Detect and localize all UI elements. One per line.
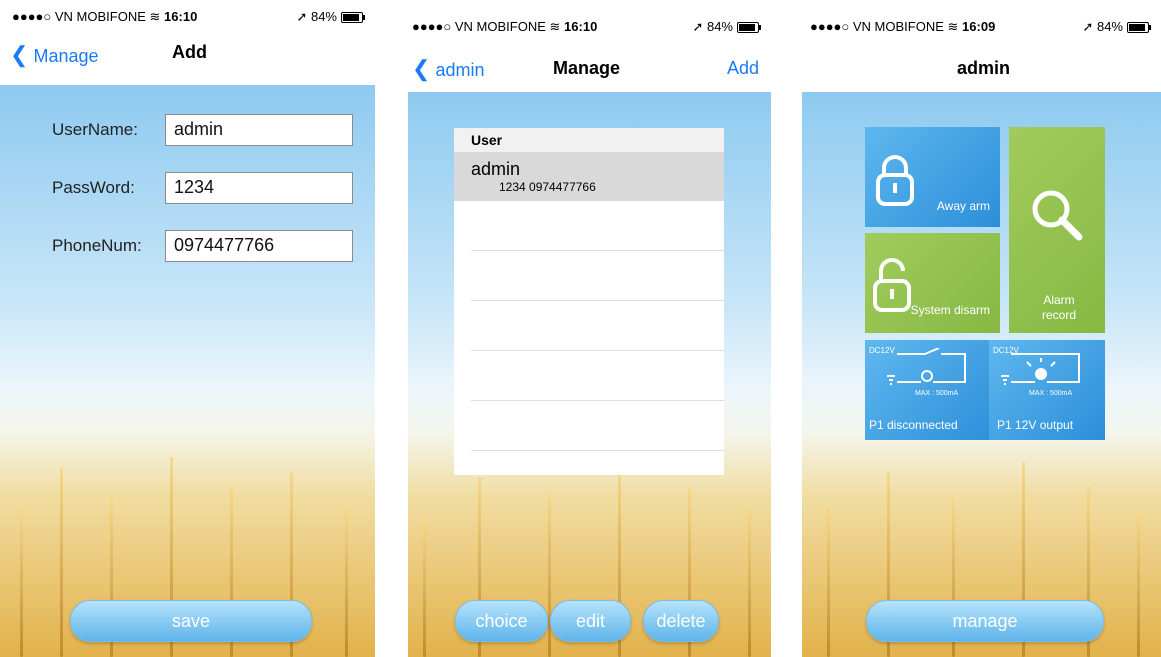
back-label: admin	[435, 60, 485, 80]
nav-bar: admin	[802, 40, 1161, 92]
battery-icon	[341, 12, 365, 24]
location-icon: ➚	[296, 9, 308, 24]
system-disarm-label: System disarm	[910, 303, 990, 317]
back-button[interactable]: ❮ Manage	[10, 42, 99, 68]
page-title: admin	[957, 58, 1011, 78]
magnifier-icon	[1032, 190, 1083, 241]
wifi-icon: ≋	[149, 9, 161, 24]
location-icon: ➚	[1082, 19, 1094, 34]
password-field[interactable]: 1234	[165, 172, 353, 204]
list-item[interactable]	[471, 401, 724, 451]
p1-12v-output-label: P1 12V output	[997, 418, 1074, 432]
nav-bar: ❮ Manage Add	[0, 30, 375, 85]
manage-screen: ●●●●○ VN MOBIFONE ≋ 16:10 ➚ 84% ❮ admin …	[408, 0, 771, 657]
status-bar: ●●●●○ VN MOBIFONE ≋ 16:10 ➚ 84%	[0, 0, 375, 30]
list-item[interactable]	[471, 351, 724, 401]
clock: 16:10	[564, 19, 598, 34]
system-disarm-tile[interactable]: System disarm	[865, 233, 1000, 333]
status-bar: ●●●●○ VN MOBIFONE ≋ 16:10 ➚ 84%	[408, 10, 771, 40]
page-title: Manage	[553, 58, 621, 78]
carrier-name: ●●●●○ VN MOBIFONE	[12, 9, 146, 24]
phone-label: PhoneNum:	[52, 236, 142, 255]
carrier-name: ●●●●○ VN MOBIFONE	[412, 19, 546, 34]
list-item[interactable]	[471, 301, 724, 351]
nav-bar: ❮ admin Manage Add	[408, 40, 771, 92]
clock: 16:09	[962, 19, 996, 34]
back-button[interactable]: ❮ admin	[412, 56, 484, 82]
alarm-record-tile[interactable]: Alarm record	[1009, 127, 1105, 333]
chevron-left-icon: ❮	[412, 56, 431, 81]
list-item[interactable]	[471, 251, 724, 301]
edit-button[interactable]: edit	[550, 600, 631, 642]
back-label: Manage	[33, 46, 99, 66]
user-name: admin	[471, 159, 521, 179]
username-label: UserName:	[52, 120, 138, 139]
delete-button[interactable]: delete	[643, 600, 719, 642]
user-details: 1234 0974477766	[499, 180, 596, 194]
username-field[interactable]: admin	[165, 114, 353, 146]
switch-open-icon	[887, 348, 966, 385]
status-bar: ●●●●○ VN MOBIFONE ≋ 16:09 ➚ 84%	[802, 10, 1161, 40]
max-current-label: MAX : 500mA	[915, 390, 959, 397]
away-arm-tile[interactable]: Away arm	[865, 127, 1000, 227]
list-item[interactable]: admin 1234 0974477766	[454, 152, 724, 201]
user-list: User admin 1234 0974477766	[454, 128, 724, 475]
list-header: User	[454, 128, 724, 152]
lock-icon	[876, 155, 914, 206]
battery-icon	[737, 22, 761, 34]
phone-field[interactable]: 0974477766	[165, 230, 353, 262]
choice-button[interactable]: choice	[455, 600, 548, 642]
add-user-screen: ●●●●○ VN MOBIFONE ≋ 16:10 ➚ 84% ❮ Manage…	[0, 0, 375, 657]
list-item[interactable]	[471, 201, 724, 251]
add-button[interactable]: Add	[727, 58, 759, 79]
lamp-on-icon	[1001, 353, 1080, 385]
save-button[interactable]: save	[70, 600, 312, 642]
battery-percent: 84%	[706, 19, 733, 34]
battery-percent: 84%	[310, 9, 337, 24]
password-label: PassWord:	[52, 178, 135, 197]
p1-12v-output-tile[interactable]: DC12V MAX : 500mA P1 12V output	[989, 340, 1105, 440]
admin-dashboard-screen: ●●●●○ VN MOBIFONE ≋ 16:09 ➚ 84% admin Aw…	[802, 0, 1161, 657]
carrier-name: ●●●●○ VN MOBIFONE	[810, 19, 944, 34]
wifi-icon: ≋	[549, 19, 561, 34]
wifi-icon: ≋	[947, 19, 959, 34]
max-current-label: MAX : 500mA	[1029, 390, 1073, 397]
manage-button[interactable]: manage	[866, 600, 1104, 642]
chevron-left-icon: ❮	[10, 42, 29, 67]
p1-disconnected-tile[interactable]: DC12V MAX : 500mA P1 disconnected	[865, 340, 1000, 440]
battery-icon	[1127, 22, 1151, 34]
clock: 16:10	[164, 9, 198, 24]
p1-disconnected-label: P1 disconnected	[869, 418, 958, 432]
wheat-background	[0, 85, 375, 657]
page-title: Add	[172, 42, 207, 62]
location-icon: ➚	[692, 19, 704, 34]
away-arm-label: Away arm	[936, 199, 990, 213]
unlock-icon	[873, 258, 911, 312]
alarm-record-label: Alarm record	[1041, 293, 1076, 322]
battery-percent: 84%	[1096, 19, 1123, 34]
